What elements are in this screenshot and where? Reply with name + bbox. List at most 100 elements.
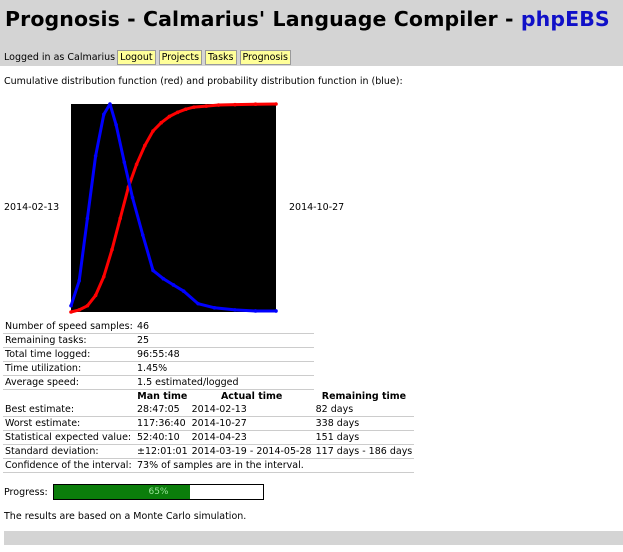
column-header: Man time — [137, 391, 188, 402]
stat-value: 1.45% — [135, 361, 314, 376]
cdf-point — [134, 162, 139, 167]
cdf-point — [216, 103, 221, 107]
estimate-row: Worst estimate: 117:36:40 2014-10-27 338 da… — [3, 416, 415, 431]
pdf-point — [122, 160, 127, 165]
actual-time: 2014-03-19 - 2014-05-28 — [189, 444, 314, 459]
cdf-point — [143, 143, 147, 148]
stat-label: Total time logged: — [3, 347, 135, 362]
actual-time: 2014-10-27 — [189, 416, 314, 431]
chart-end-date: 2014-10-27 — [289, 202, 345, 213]
stats-row: Remaining tasks: 25 — [3, 333, 414, 348]
estimate-label: Statistical expected value: — [3, 430, 135, 445]
progress-percent: 65% — [148, 487, 169, 497]
stat-value: 1.5 estimated/logged — [135, 375, 314, 390]
statistics-table: Number of speed samples: 46 Remaining task… — [3, 320, 415, 473]
man-time: 52:40:10 — [135, 430, 190, 445]
cdf-point — [204, 104, 209, 108]
logout-button[interactable]: Logout — [117, 49, 156, 65]
pdf-point — [274, 309, 278, 313]
man-time: 117:36:40 — [135, 416, 190, 431]
cdf-point — [159, 120, 163, 125]
estimate-label: Best estimate: — [3, 403, 135, 417]
navigation-bar: Logged in as Calmarius Logout Projects T… — [4, 49, 294, 65]
cdf-point — [192, 105, 196, 109]
pdf-point — [151, 268, 155, 273]
pdf-point — [108, 102, 112, 106]
cdf-point — [167, 114, 172, 119]
cdf-point — [233, 102, 237, 107]
cdf-point — [93, 293, 98, 298]
chart-start-date: 2014-02-13 — [4, 202, 60, 213]
pdf-point — [233, 308, 237, 312]
stat-label: Remaining tasks: — [3, 333, 135, 348]
pdf-point — [102, 112, 106, 117]
tasks-button[interactable]: Tasks — [205, 49, 237, 65]
simulation-note: The results are based on a Monte Carlo s… — [4, 511, 247, 522]
remaining-time: 117 days - 186 days — [313, 444, 415, 459]
pdf-point — [196, 301, 200, 306]
pdf-point — [171, 283, 176, 287]
cdf-point — [151, 129, 155, 133]
brand-name: phpEBS — [520, 7, 610, 31]
remaining-time: 338 days — [313, 416, 415, 431]
actual-time: 2014-02-13 — [189, 403, 314, 417]
cdf-point — [85, 303, 90, 308]
cdf-point — [175, 110, 180, 115]
column-header: Actual time — [220, 391, 283, 402]
pdf-point — [161, 276, 166, 281]
cdf-point — [184, 107, 188, 111]
stats-row: Number of speed samples: 46 — [3, 320, 414, 334]
stats-row: Time utilization: 1.45% — [3, 361, 414, 376]
projects-button[interactable]: Projects — [158, 49, 203, 65]
confidence-value: 73% of samples are in the interval. — [135, 458, 415, 473]
estimate-label: Worst estimate: — [3, 416, 135, 431]
stat-value: 46 — [135, 320, 314, 334]
distribution-chart — [69, 102, 278, 314]
stats-row: Average speed: 1.5 estimated/logged — [3, 375, 414, 390]
stat-label: Number of speed samples: — [3, 320, 135, 334]
pdf-point — [85, 216, 90, 221]
stat-label: Time utilization: — [3, 361, 135, 376]
estimate-header-row: Man time Actual time Remaining time — [3, 390, 414, 404]
man-time: ±12:01:01 — [135, 444, 190, 459]
stats-row: Total time logged: 96:55:48 — [3, 347, 414, 362]
column-header: Remaining time — [321, 390, 407, 402]
cdf-point — [253, 102, 258, 107]
chart-description: Cumulative distribution function (red) a… — [4, 76, 403, 87]
stat-value: 25 — [135, 333, 314, 348]
prognosis-button[interactable]: Prognosis — [239, 49, 291, 65]
cdf-point — [118, 216, 122, 221]
progress-label: Progress: — [4, 487, 48, 498]
remaining-time: 151 days — [313, 430, 415, 445]
estimate-row: Best estimate: 28:47:05 2014-02-13 82 days — [3, 403, 415, 417]
cdf-point — [77, 308, 81, 312]
remaining-time: 82 days — [313, 403, 415, 417]
logged-in-label: Logged in as Calmarius — [4, 51, 116, 63]
pdf-point — [69, 303, 73, 308]
page-header: Prognosis - Calmarius' Language Compiler… — [0, 0, 623, 66]
cdf-point — [110, 247, 114, 252]
pdf-point — [114, 123, 118, 127]
page-title-text: Prognosis - Calmarius' Language Compiler… — [5, 7, 521, 31]
confidence-row: Confidence of the interval: 73% of sample… — [3, 458, 415, 473]
estimate-label: Standard deviation: — [3, 444, 135, 459]
pdf-point — [77, 279, 81, 283]
pdf-point — [140, 233, 145, 237]
pdf-point — [253, 309, 258, 313]
man-time: 28:47:05 — [135, 403, 190, 417]
pdf-point — [130, 195, 135, 200]
stat-value: 96:55:48 — [135, 347, 314, 362]
cdf-point — [274, 102, 278, 106]
stat-label: Average speed: — [3, 375, 135, 390]
estimate-row: Standard deviation: ±12:01:01 2014-03-19 -… — [3, 444, 415, 459]
footer-bar — [4, 531, 623, 545]
pdf-point — [181, 289, 186, 293]
confidence-label: Confidence of the interval: — [3, 458, 135, 473]
cdf-point — [102, 274, 106, 279]
page-title: Prognosis - Calmarius' Language Compiler… — [5, 7, 610, 31]
pdf-point — [212, 306, 217, 310]
header-blank — [3, 390, 135, 404]
pdf-point — [93, 154, 98, 158]
actual-time: 2014-04-23 — [189, 430, 314, 445]
progress-bar: 65% — [53, 484, 264, 500]
